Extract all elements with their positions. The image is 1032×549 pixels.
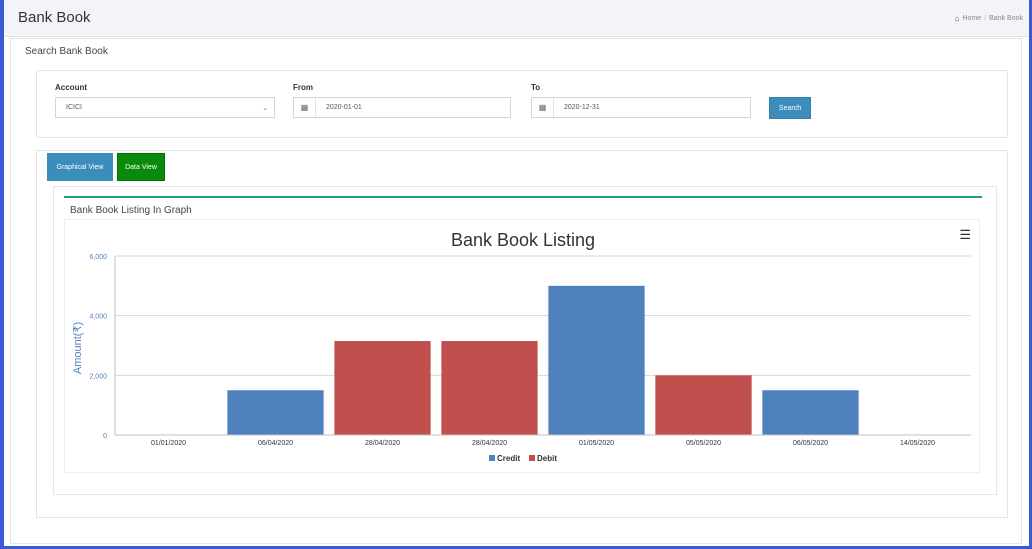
x-tick-label: 01/05/2020 [579,440,614,447]
breadcrumb-separator: / [984,15,987,22]
main-content: Search Bank Book Account ICICI ⌄ From ▦ … [10,38,1022,544]
bar-credit [227,390,324,435]
bar-chart: Bank Book Listing 0 2,000 4,000 6,000 Amoun… [72,230,971,463]
from-date-value: 2020-01-01 [326,104,362,111]
breadcrumb-home[interactable]: Home [963,15,982,22]
panel-accent-bar [64,196,982,198]
graph-panel: Bank Book Listing In Graph ☰ Bank Book L… [53,186,997,495]
view-container: Graphical View Data View Bank Book Listi… [36,150,1008,518]
calendar-icon[interactable]: ▦ [532,98,554,117]
x-tick-label: 28/04/2020 [472,440,507,447]
y-tick-label: 0 [103,433,107,440]
bar-credit [762,390,859,435]
x-tick-label: 06/05/2020 [793,440,828,447]
x-tick-label: 28/04/2020 [365,440,400,447]
page-title: Bank Book [18,9,91,26]
to-date-field[interactable]: ▦ 2020-12-31 [531,97,751,118]
to-label: To [531,83,541,92]
bar-debit [441,341,538,435]
graph-panel-title: Bank Book Listing In Graph [70,205,192,216]
search-section-title: Search Bank Book [25,46,108,57]
y-tick-label: 6,000 [89,254,107,261]
account-label: Account [55,83,87,92]
legend-swatch-credit [489,455,495,461]
y-axis-label: Amount(₹) [72,322,84,374]
home-icon[interactable]: ⌂ [955,14,960,23]
tab-graphical-view[interactable]: Graphical View [47,153,113,181]
y-axis-ticks: 0 2,000 4,000 6,000 [89,254,107,440]
chart-legend: Credit Debit [489,454,557,463]
chart-bars [227,285,859,435]
page-header: Bank Book ⌂ Home / Bank Book [4,0,1029,37]
search-form: Account ICICI ⌄ From ▦ 2020-01-01 To ▦ 2… [36,70,1008,138]
y-tick-label: 4,000 [89,314,107,321]
chart-title: Bank Book Listing [451,230,595,250]
chevron-down-icon: ⌄ [262,104,268,112]
bar-debit [655,375,752,435]
search-button[interactable]: Search [769,97,811,119]
account-select-value: ICICI [66,104,82,111]
x-tick-label: 14/05/2020 [900,440,935,447]
hamburger-menu-icon[interactable]: ☰ [959,228,971,241]
bar-credit [548,285,645,435]
from-label: From [293,83,313,92]
calendar-icon[interactable]: ▦ [294,98,316,117]
breadcrumb: ⌂ Home / Bank Book [955,14,1023,23]
tab-data-view[interactable]: Data View [117,153,165,181]
legend-label-debit: Debit [537,454,557,463]
breadcrumb-current: Bank Book [989,15,1023,22]
y-tick-label: 2,000 [89,373,107,380]
chart-container: ☰ Bank Book Listing 0 2,000 4,000 6,000 Amo… [64,219,980,473]
to-date-value: 2020-12-31 [564,104,600,111]
x-axis-ticks: 01/01/2020 06/04/2020 28/04/2020 28/04/2020… [151,440,935,447]
legend-label-credit: Credit [497,454,520,463]
account-select[interactable]: ICICI ⌄ [55,97,275,118]
from-date-field[interactable]: ▦ 2020-01-01 [293,97,511,118]
bar-debit [334,341,431,435]
legend-swatch-debit [529,455,535,461]
x-tick-label: 01/01/2020 [151,440,186,447]
x-tick-label: 05/05/2020 [686,440,721,447]
x-tick-label: 06/04/2020 [258,440,293,447]
